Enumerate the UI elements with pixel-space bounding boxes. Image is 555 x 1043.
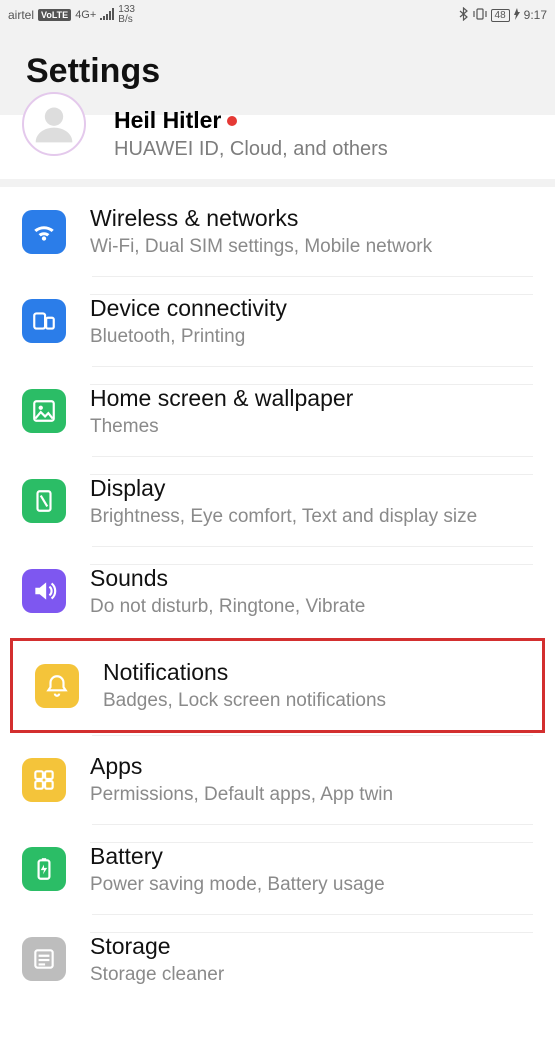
- bell-icon: [35, 664, 79, 708]
- row-subtitle: Badges, Lock screen notifications: [103, 690, 520, 712]
- row-sounds[interactable]: Sounds Do not disturb, Ringtone, Vibrate: [0, 546, 555, 636]
- row-notifications[interactable]: Notifications Badges, Lock screen notifi…: [13, 641, 542, 730]
- clock: 9:17: [524, 8, 547, 22]
- account-subtitle: HUAWEI ID, Cloud, and others: [114, 138, 388, 161]
- row-subtitle: Bluetooth, Printing: [90, 326, 533, 348]
- data-rate-unit: B/s: [118, 15, 135, 25]
- row-subtitle: Wi-Fi, Dual SIM settings, Mobile network: [90, 236, 533, 258]
- row-title: Battery: [90, 843, 533, 870]
- network-type: 4G+: [75, 10, 96, 21]
- vibrate-icon: [473, 7, 487, 24]
- row-title: Storage: [90, 933, 533, 960]
- wifi-icon: [22, 210, 66, 254]
- display-icon: [22, 479, 66, 523]
- row-subtitle: Storage cleaner: [90, 964, 533, 986]
- page-title: Settings: [26, 52, 529, 91]
- avatar: [22, 92, 86, 156]
- header: Settings: [0, 30, 555, 115]
- row-title: Sounds: [90, 565, 533, 592]
- notification-dot: [227, 116, 237, 126]
- account-row[interactable]: Heil Hitler HUAWEI ID, Cloud, and others: [0, 115, 555, 187]
- row-connectivity[interactable]: Device connectivity Bluetooth, Printing: [0, 276, 555, 366]
- bluetooth-icon: [459, 7, 469, 24]
- apps-icon: [22, 758, 66, 802]
- volte-badge: VoLTE: [38, 9, 71, 21]
- row-subtitle: Do not disturb, Ringtone, Vibrate: [90, 596, 533, 618]
- charging-icon: [514, 8, 520, 23]
- account-name: Heil Hitler: [114, 107, 221, 134]
- row-title: Wireless & networks: [90, 205, 533, 232]
- status-bar: airtel VoLTE 4G+ 133 B/s 48 9:17: [0, 0, 555, 30]
- row-battery[interactable]: Battery Power saving mode, Battery usage: [0, 824, 555, 914]
- row-title: Home screen & wallpaper: [90, 385, 533, 412]
- battery-level: 48: [491, 9, 510, 22]
- row-subtitle: Themes: [90, 416, 533, 438]
- row-title: Apps: [90, 753, 533, 780]
- row-title: Display: [90, 475, 533, 502]
- row-home-screen[interactable]: Home screen & wallpaper Themes: [0, 366, 555, 456]
- row-apps[interactable]: Apps Permissions, Default apps, App twin: [0, 735, 555, 824]
- row-subtitle: Power saving mode, Battery usage: [90, 874, 533, 896]
- sound-icon: [22, 569, 66, 613]
- row-wireless[interactable]: Wireless & networks Wi-Fi, Dual SIM sett…: [0, 187, 555, 276]
- signal-icon: [100, 8, 114, 23]
- row-subtitle: Brightness, Eye comfort, Text and displa…: [90, 506, 533, 528]
- connect-icon: [22, 299, 66, 343]
- row-title: Notifications: [103, 659, 520, 686]
- picture-icon: [22, 389, 66, 433]
- storage-icon: [22, 937, 66, 981]
- row-subtitle: Permissions, Default apps, App twin: [90, 784, 533, 806]
- settings-list: Wireless & networks Wi-Fi, Dual SIM sett…: [0, 187, 555, 1004]
- row-title: Device connectivity: [90, 295, 533, 322]
- highlight-notifications: Notifications Badges, Lock screen notifi…: [10, 638, 545, 733]
- carrier-label: airtel: [8, 8, 34, 22]
- battery-icon: [22, 847, 66, 891]
- row-storage[interactable]: Storage Storage cleaner: [0, 914, 555, 1004]
- row-display[interactable]: Display Brightness, Eye comfort, Text an…: [0, 456, 555, 546]
